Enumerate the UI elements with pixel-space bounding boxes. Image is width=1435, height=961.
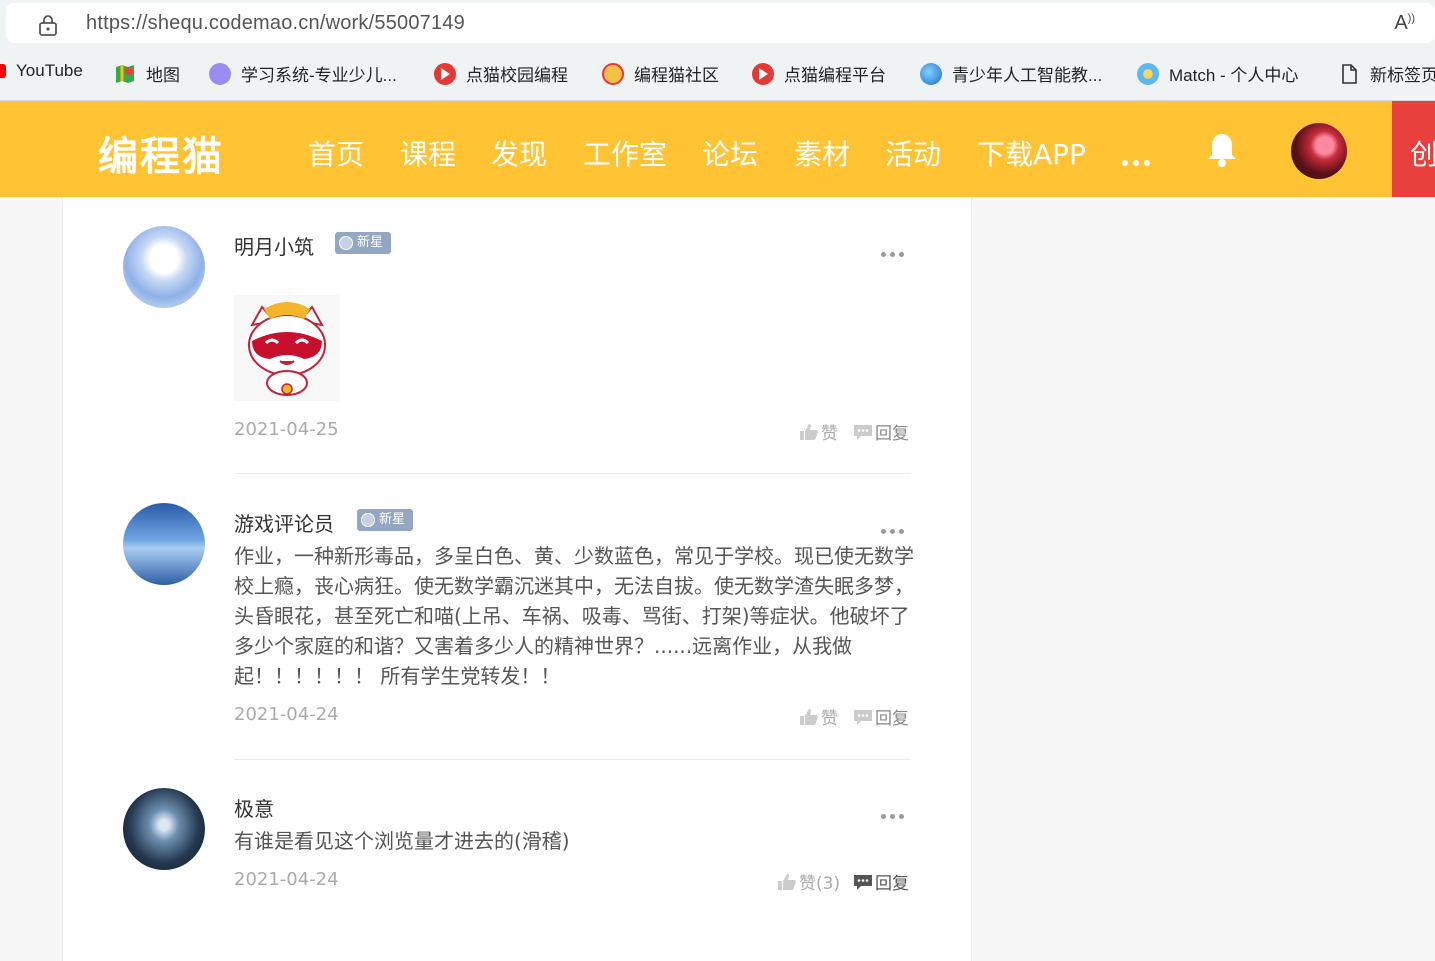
bookmark-new-tab[interactable]: 新标签页 — [1338, 61, 1435, 86]
like-label: 赞 — [821, 709, 838, 729]
commenter-avatar[interactable] — [123, 788, 205, 870]
commenter-name[interactable]: 明月小筑 — [234, 231, 314, 260]
bookmark-learning-system[interactable]: 学习系统-专业少儿... — [209, 61, 397, 86]
bookmark-label: YouTube — [16, 61, 83, 80]
like-button[interactable]: 赞 — [799, 419, 838, 444]
bookmark-codemao-platform[interactable]: 点猫编程平台 — [752, 61, 886, 86]
commenter-avatar[interactable] — [123, 226, 205, 308]
comment-text: 有谁是看见这个浏览量才进去的(滑稽) — [234, 829, 570, 853]
bookmarks-bar: YouTube 地图 学习系统-专业少儿... 点猫校园编程 编程猫社区 点猫编… — [0, 47, 1435, 101]
youtube-icon — [0, 64, 6, 78]
status-badge: 新星 — [335, 232, 392, 254]
match-icon — [1137, 62, 1159, 85]
url-text[interactable]: https://shequ.codemao.cn/work/55007149 — [86, 12, 465, 35]
commenter-name[interactable]: 极意 — [234, 793, 274, 822]
bell-icon[interactable] — [1205, 131, 1239, 169]
lock-icon — [39, 15, 57, 36]
comment-date: 2021-04-25 — [234, 419, 339, 440]
nav-download-app[interactable]: 下载APP — [977, 133, 1086, 173]
bookmark-label: 学习系统-专业少儿... — [241, 66, 397, 85]
codemao-icon — [434, 62, 456, 85]
comment-more-icon[interactable] — [881, 519, 908, 538]
chat-bubble-icon — [854, 424, 872, 440]
nav-studio[interactable]: 工作室 — [583, 133, 667, 173]
nav-forum[interactable]: 论坛 — [702, 133, 758, 173]
more-icon[interactable] — [1122, 151, 1155, 170]
ai-edu-icon — [920, 62, 942, 85]
page-icon — [1342, 63, 1357, 84]
bookmark-ai-education[interactable]: 青少年人工智能教... — [920, 61, 1102, 86]
site-navbar: 编程猫 首页 课程 发现 工作室 论坛 素材 活动 下载APP 创 — [0, 101, 1435, 197]
reply-label: 回复 — [875, 709, 909, 729]
bookmark-label: 点猫编程平台 — [784, 66, 886, 85]
thumbs-up-icon — [800, 423, 818, 440]
browser-address-area: https://shequ.codemao.cn/work/55007149 A… — [0, 0, 1435, 47]
bookmark-label: 点猫校园编程 — [466, 66, 568, 85]
cat-sticker-icon — [248, 302, 326, 396]
thumbs-up-icon — [800, 708, 818, 725]
sticker-image — [234, 295, 340, 401]
reply-button[interactable]: 回复 — [853, 869, 909, 894]
site-logo[interactable]: 编程猫 — [98, 124, 224, 182]
like-label: 赞 — [821, 424, 838, 444]
like-button[interactable]: 赞 — [799, 704, 838, 729]
user-avatar[interactable] — [1291, 123, 1347, 179]
like-label: 赞(3) — [799, 874, 841, 894]
comment-more-icon[interactable] — [881, 242, 908, 261]
chat-bubble-icon — [854, 874, 872, 890]
thumbs-up-icon — [778, 873, 796, 890]
commenter-name[interactable]: 游戏评论员 — [234, 508, 334, 537]
maps-icon — [116, 64, 134, 83]
chat-bubble-icon — [854, 709, 872, 725]
nav-courses[interactable]: 课程 — [400, 133, 456, 173]
bookmark-match[interactable]: Match - 个人中心 — [1137, 61, 1298, 86]
reply-button[interactable]: 回复 — [853, 704, 909, 729]
comment-more-icon[interactable] — [881, 804, 908, 823]
codemao-community-icon — [602, 62, 624, 85]
bookmark-codemao-campus[interactable]: 点猫校园编程 — [434, 61, 568, 86]
bookmark-label: 编程猫社区 — [634, 66, 719, 85]
bookmark-label: 地图 — [146, 66, 180, 85]
comment-divider — [234, 759, 911, 760]
nav-materials[interactable]: 素材 — [794, 133, 850, 173]
bookmark-label: 新标签页 — [1370, 66, 1435, 85]
badge-label: 新星 — [357, 235, 384, 250]
create-button-label: 创 — [1410, 138, 1435, 171]
learning-system-icon — [209, 62, 231, 85]
create-button[interactable]: 创 — [1392, 101, 1435, 197]
nav-discover[interactable]: 发现 — [491, 133, 547, 173]
bookmark-maps[interactable]: 地图 — [114, 61, 180, 86]
bookmark-youtube[interactable]: YouTube — [0, 61, 83, 81]
comments-panel: 明月小筑 新星 2021-04-25 赞 回复 游戏评论员 新星 作业，一种新形… — [62, 197, 972, 961]
star-icon — [361, 513, 375, 527]
reply-button[interactable]: 回复 — [853, 419, 909, 444]
reply-label: 回复 — [875, 424, 909, 444]
like-button[interactable]: 赞(3) — [777, 869, 840, 894]
read-aloud-icon[interactable]: A)) — [1394, 12, 1415, 35]
codemao-icon — [752, 62, 774, 85]
bookmark-label: 青少年人工智能教... — [952, 66, 1103, 85]
comment-date: 2021-04-24 — [234, 869, 339, 890]
comment-date: 2021-04-24 — [234, 704, 339, 725]
star-icon — [339, 236, 353, 250]
bookmark-label: Match - 个人中心 — [1169, 66, 1299, 85]
status-badge: 新星 — [357, 509, 414, 531]
reply-label: 回复 — [875, 874, 909, 894]
bookmark-codemao-community[interactable]: 编程猫社区 — [602, 61, 719, 86]
comment-text: 作业，一种新形毒品，多呈白色、黄、少数蓝色，常见于学校。现已使无数学校上瘾，丧心… — [234, 544, 914, 688]
nav-events[interactable]: 活动 — [885, 133, 941, 173]
badge-label: 新星 — [379, 512, 406, 527]
comment-divider — [234, 473, 911, 474]
address-bar[interactable]: https://shequ.codemao.cn/work/55007149 A… — [6, 3, 1435, 43]
nav-home[interactable]: 首页 — [308, 133, 364, 173]
commenter-avatar[interactable] — [123, 503, 205, 585]
